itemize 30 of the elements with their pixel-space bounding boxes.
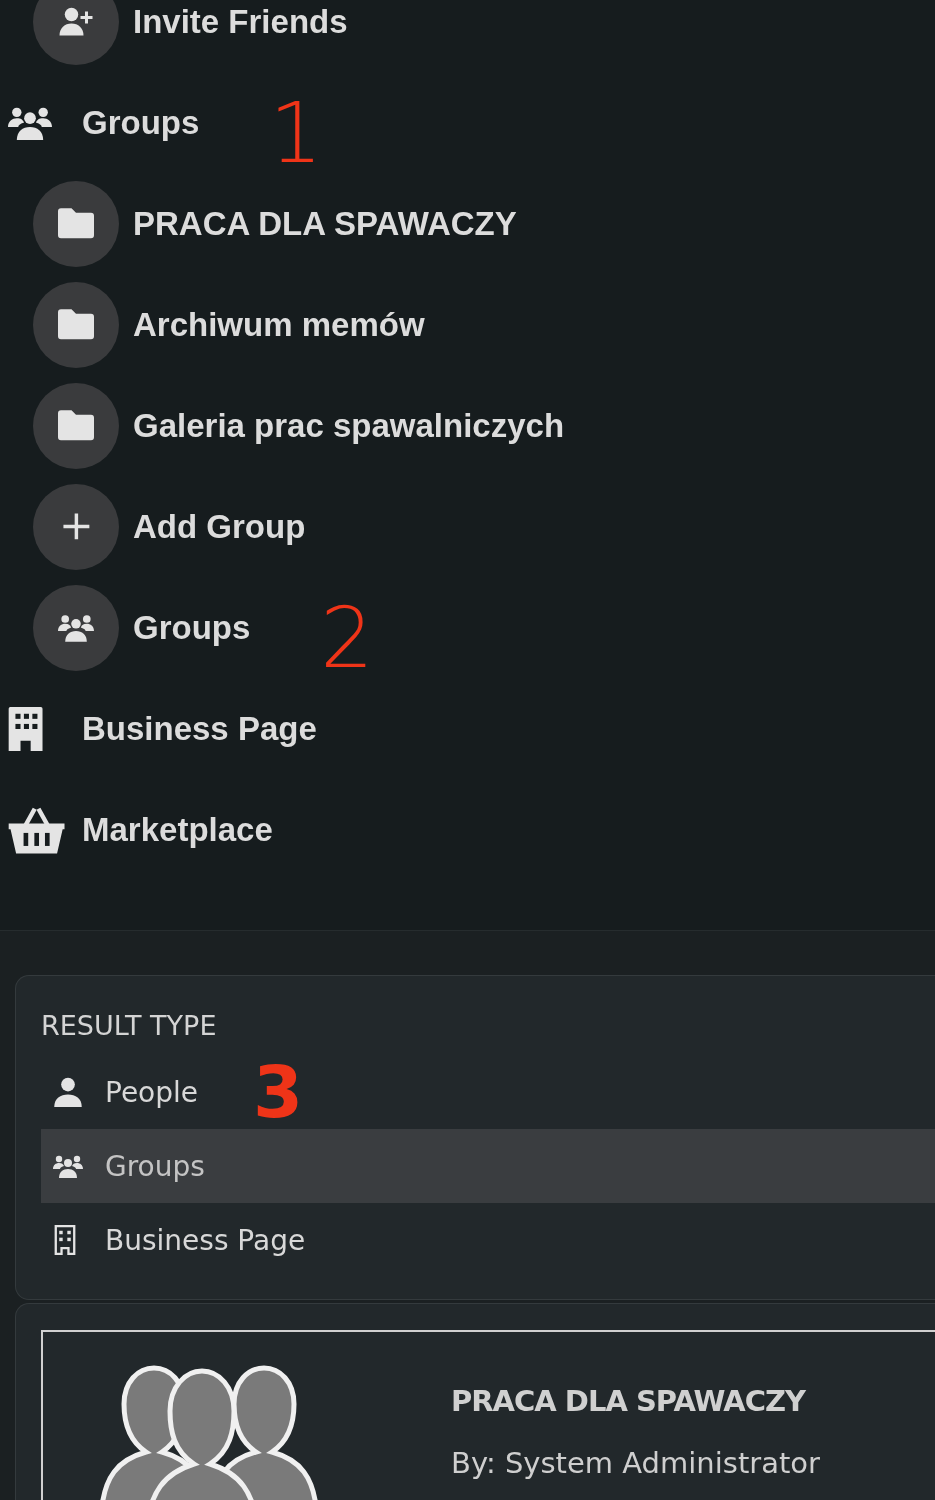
menu-item[interactable]: PRACA DLA SPAWACZY bbox=[133, 204, 517, 243]
handwritten-number: 1 bbox=[269, 90, 323, 175]
building-icon bbox=[8, 706, 44, 751]
menu-item[interactable]: Galeria prac spawalniczych bbox=[133, 406, 565, 445]
handwritten-number: 2 bbox=[320, 595, 374, 680]
folder-icon bbox=[58, 410, 94, 441]
menu-item[interactable]: Groups bbox=[82, 103, 200, 142]
menu-item[interactable]: Invite Friends bbox=[133, 2, 348, 41]
handwritten-number: 3 bbox=[253, 1056, 304, 1128]
building-icon bbox=[53, 1225, 77, 1255]
filter-option[interactable]: People 3 bbox=[41, 1055, 935, 1129]
menu-item[interactable]: Add Group bbox=[133, 507, 306, 546]
result-item[interactable]: PRACA DLA SPAWACZY By: System Administrator bbox=[41, 1330, 935, 1500]
group-owner: By: System Administrator bbox=[451, 1446, 820, 1480]
folder-icon bbox=[58, 208, 94, 239]
filter-option[interactable]: Groups bbox=[41, 1129, 935, 1203]
folder-icon bbox=[58, 309, 94, 340]
user-icon bbox=[53, 1077, 83, 1107]
menu-item[interactable]: Groups bbox=[133, 608, 251, 647]
menu-item[interactable]: Marketplace bbox=[82, 810, 273, 849]
users-icon bbox=[53, 1154, 83, 1178]
menu-item[interactable]: Business Page bbox=[82, 709, 317, 748]
filter-heading: RESULT TYPE bbox=[41, 1010, 218, 1041]
filter-option[interactable]: Business Page bbox=[41, 1203, 935, 1277]
icon-circle[interactable] bbox=[33, 0, 119, 65]
group-title[interactable]: PRACA DLA SPAWACZY bbox=[451, 1384, 820, 1418]
basket-icon bbox=[8, 805, 66, 854]
users-icon bbox=[58, 613, 94, 642]
menu-item[interactable]: Archiwum memów bbox=[133, 305, 425, 344]
plus-icon bbox=[61, 512, 91, 541]
